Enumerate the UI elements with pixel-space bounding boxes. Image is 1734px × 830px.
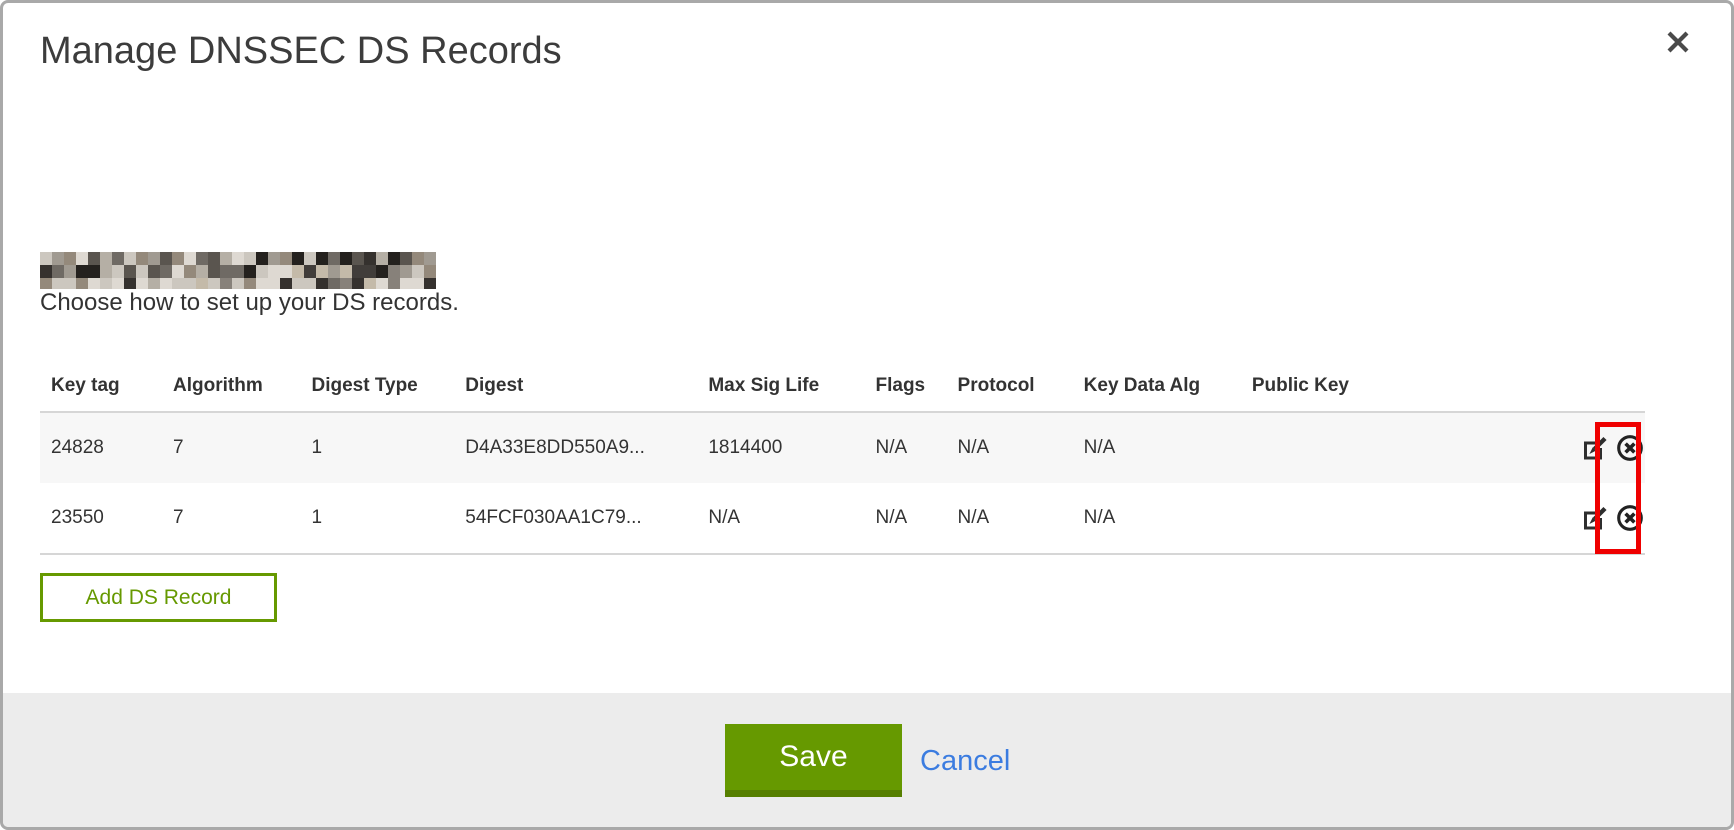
cell-actions — [1553, 412, 1645, 483]
close-button[interactable] — [1660, 25, 1696, 61]
dialog-subtitle: Choose how to set up your DS records. — [40, 289, 459, 317]
add-ds-record-button[interactable]: Add DS Record — [40, 573, 277, 622]
table-row: 23550 7 1 54FCF030AA1C79... N/A N/A N/A … — [40, 483, 1645, 554]
cell-public-key — [1241, 412, 1553, 483]
cell-digest: D4A33E8DD550A9... — [454, 412, 697, 483]
cell-digest: 54FCF030AA1C79... — [454, 483, 697, 554]
delete-record-button[interactable] — [1615, 433, 1645, 463]
cell-max-sig-life: N/A — [697, 483, 864, 554]
cell-key-tag: 23550 — [40, 483, 162, 554]
cell-flags: N/A — [865, 483, 947, 554]
column-header: Key Data Alg — [1073, 375, 1241, 412]
column-header: Digest — [454, 375, 697, 412]
column-header: Key tag — [40, 375, 162, 412]
cell-algorithm: 7 — [162, 483, 300, 554]
table-row: 24828 7 1 D4A33E8DD550A9... 1814400 N/A … — [40, 412, 1645, 483]
cell-protocol: N/A — [947, 412, 1073, 483]
table-header-row: Key tagAlgorithmDigest TypeDigestMax Sig… — [40, 375, 1645, 412]
cell-digest-type: 1 — [300, 412, 454, 483]
edit-record-button[interactable] — [1582, 435, 1608, 461]
cell-digest-type: 1 — [300, 483, 454, 554]
column-header: Algorithm — [162, 375, 300, 412]
cell-key-data-alg: N/A — [1073, 412, 1241, 483]
cell-key-data-alg: N/A — [1073, 483, 1241, 554]
cancel-link[interactable]: Cancel — [920, 745, 1010, 778]
cell-max-sig-life: 1814400 — [697, 412, 864, 483]
cell-public-key — [1241, 483, 1553, 554]
ds-records-table-wrap: Key tagAlgorithmDigest TypeDigestMax Sig… — [40, 375, 1645, 555]
column-header: Max Sig Life — [697, 375, 864, 412]
column-header-actions — [1553, 375, 1645, 412]
redacted-domain — [40, 252, 436, 289]
dialog-title: Manage DNSSEC DS Records — [40, 30, 562, 73]
cell-algorithm: 7 — [162, 412, 300, 483]
column-header: Flags — [865, 375, 947, 412]
save-button[interactable]: Save — [725, 724, 902, 797]
column-header: Digest Type — [300, 375, 454, 412]
edit-icon — [1582, 519, 1608, 534]
delete-circle-x-icon — [1615, 451, 1645, 466]
close-icon — [1662, 46, 1694, 61]
cell-flags: N/A — [865, 412, 947, 483]
edit-record-button[interactable] — [1582, 505, 1608, 531]
delete-record-button[interactable] — [1615, 503, 1645, 533]
cell-protocol: N/A — [947, 483, 1073, 554]
cell-key-tag: 24828 — [40, 412, 162, 483]
column-header: Public Key — [1241, 375, 1553, 412]
ds-records-table: Key tagAlgorithmDigest TypeDigestMax Sig… — [40, 375, 1645, 555]
cell-actions — [1553, 483, 1645, 554]
delete-circle-x-icon — [1615, 521, 1645, 536]
edit-icon — [1582, 449, 1608, 464]
column-header: Protocol — [947, 375, 1073, 412]
manage-dnssec-dialog: Manage DNSSEC DS Records Choose how to s… — [0, 0, 1734, 830]
